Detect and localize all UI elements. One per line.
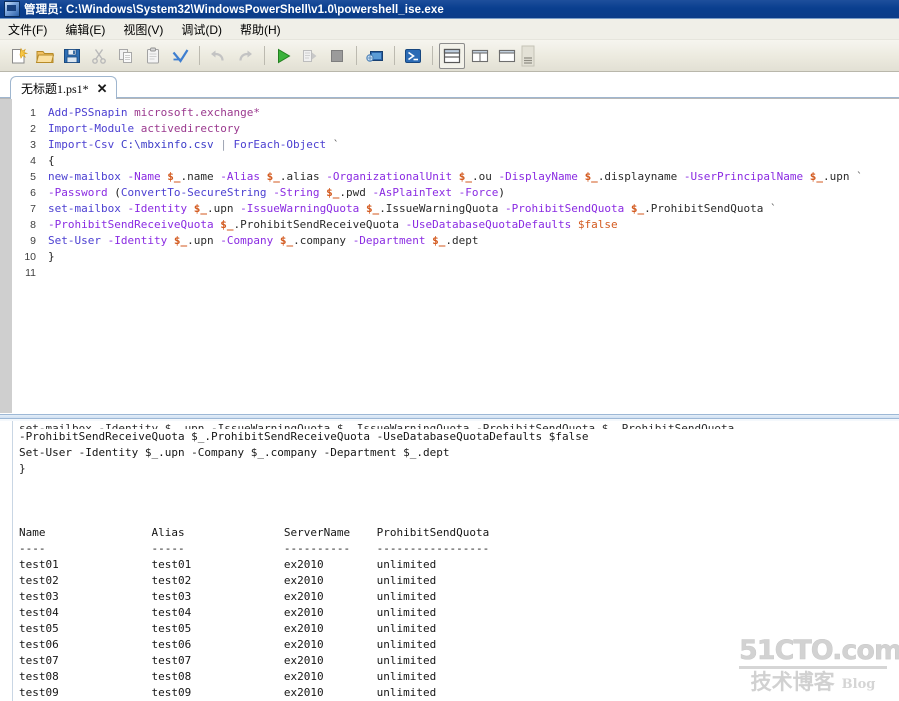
code-text[interactable]: Add-PSSnapin microsoft.exchange* Import-M… <box>36 99 899 413</box>
console-pane[interactable]: set-mailbox -Identity $_.upn -IssueWarni… <box>0 421 899 701</box>
line-number: 1 <box>30 107 36 119</box>
tab-strip: 无标题1.ps1* ✕ <box>0 72 899 99</box>
new-remote-tab-icon[interactable] <box>363 44 387 68</box>
console-line: test06 test06 ex2010 unlimited <box>19 638 437 651</box>
console-line: -ProhibitSendReceiveQuota $_.ProhibitSen… <box>19 430 589 443</box>
line-number-gutter: 1 2 3 4 5 6 7 8 9 10 11 <box>12 99 36 413</box>
console-output: set-mailbox -Identity $_.upn -IssueWarni… <box>13 421 899 701</box>
console-line: set-mailbox -Identity $_.upn -IssueWarni… <box>19 422 735 429</box>
run-script-icon[interactable] <box>271 44 295 68</box>
tab-untitled1[interactable]: 无标题1.ps1* ✕ <box>10 76 117 99</box>
console-line: test07 test07 ex2010 unlimited <box>19 654 437 667</box>
code-line: set-mailbox -Identity $_.upn -IssueWarni… <box>48 202 777 215</box>
code-line: -ProhibitSendReceiveQuota $_.ProhibitSen… <box>48 218 618 231</box>
line-number: 7 <box>30 203 36 215</box>
code-line: Import-Module activedirectory <box>48 122 241 135</box>
menu-bar: 文件(F) 编辑(E) 视图(V) 调试(D) 帮助(H) <box>0 19 899 40</box>
toolbar-separator <box>394 46 395 65</box>
console-margin <box>0 421 13 701</box>
code-line: Import-Csv C:\mbxinfo.csv | ForEach-Obje… <box>48 138 340 151</box>
line-number: 10 <box>24 251 36 263</box>
line-number: 2 <box>30 123 36 135</box>
line-number: 11 <box>25 267 36 279</box>
save-icon[interactable] <box>60 44 84 68</box>
powershell-ise-window: 管理员: C:\Windows\System32\WindowsPowerShe… <box>0 0 899 701</box>
editor-margin <box>0 99 12 413</box>
cut-scissors-icon[interactable] <box>87 44 111 68</box>
script-pane: 1 2 3 4 5 6 7 8 9 10 11 Add-PSSnapin mic… <box>0 98 899 413</box>
console-line: } <box>19 462 26 475</box>
layout-vertical-icon[interactable] <box>468 44 492 68</box>
copy-icon[interactable] <box>114 44 138 68</box>
line-number: 5 <box>30 171 36 183</box>
code-line: { <box>48 154 55 167</box>
console-line: test08 test08 ex2010 unlimited <box>19 670 437 683</box>
menu-file[interactable]: 文件(F) <box>8 19 56 40</box>
undo-arrow-icon <box>206 44 230 68</box>
console-line: test01 test01 ex2010 unlimited <box>19 558 437 571</box>
line-number: 8 <box>30 219 36 231</box>
console-line: test04 test04 ex2010 unlimited <box>19 606 437 619</box>
redo-arrow-icon <box>233 44 257 68</box>
toolbar-separator <box>264 46 265 65</box>
line-number: 4 <box>30 155 36 167</box>
clear-console-icon[interactable] <box>168 44 192 68</box>
console-line: ---- ----- ---------- ----------------- <box>19 542 490 555</box>
run-selection-icon <box>298 44 322 68</box>
console-line: test03 test03 ex2010 unlimited <box>19 590 437 603</box>
line-number: 6 <box>30 187 36 199</box>
console-line: test09 test09 ex2010 unlimited <box>19 686 437 699</box>
menu-edit[interactable]: 编辑(E) <box>65 19 114 40</box>
tab-label: 无标题1.ps1* <box>21 81 89 96</box>
console-line: Set-User -Identity $_.upn -Company $_.co… <box>19 446 450 459</box>
toolbar-overflow-icon[interactable] <box>516 44 540 68</box>
open-folder-icon[interactable] <box>33 44 57 68</box>
code-editor[interactable]: 1 2 3 4 5 6 7 8 9 10 11 Add-PSSnapin mic… <box>12 99 899 413</box>
line-number: 9 <box>30 235 36 247</box>
code-line: Set-User -Identity $_.upn -Company $_.co… <box>48 234 479 247</box>
toolbar-separator <box>199 46 200 65</box>
menu-view[interactable]: 视图(V) <box>123 19 172 40</box>
code-line: } <box>48 250 55 263</box>
code-line: -Password (ConvertTo-SecureString -Strin… <box>48 186 506 199</box>
paste-clipboard-icon[interactable] <box>141 44 165 68</box>
toolbar-separator <box>356 46 357 65</box>
menu-debug[interactable]: 调试(D) <box>181 19 231 40</box>
console-line: test02 test02 ex2010 unlimited <box>19 574 437 587</box>
title-bar: 管理员: C:\Windows\System32\WindowsPowerShe… <box>0 0 899 19</box>
layout-horizontal-icon[interactable] <box>439 42 465 69</box>
menu-help[interactable]: 帮助(H) <box>240 19 290 40</box>
close-icon[interactable]: ✕ <box>97 82 108 95</box>
code-line: Add-PSSnapin microsoft.exchange* <box>48 106 260 119</box>
toolbar-separator <box>432 46 433 65</box>
console-line: Name Alias ServerName ProhibitSendQuota <box>19 526 490 539</box>
code-line: new-mailbox -Name $_.name -Alias $_.alia… <box>48 170 863 183</box>
stop-icon <box>325 44 349 68</box>
pane-splitter[interactable] <box>0 413 899 421</box>
powershell-ise-icon <box>4 1 20 17</box>
start-powershell-icon[interactable] <box>401 44 425 68</box>
toolbar <box>0 40 899 72</box>
console-line: test05 test05 ex2010 unlimited <box>19 622 437 635</box>
window-title: 管理员: C:\Windows\System32\WindowsPowerShe… <box>24 4 444 16</box>
line-number: 3 <box>30 139 36 151</box>
new-file-icon[interactable] <box>6 44 30 68</box>
